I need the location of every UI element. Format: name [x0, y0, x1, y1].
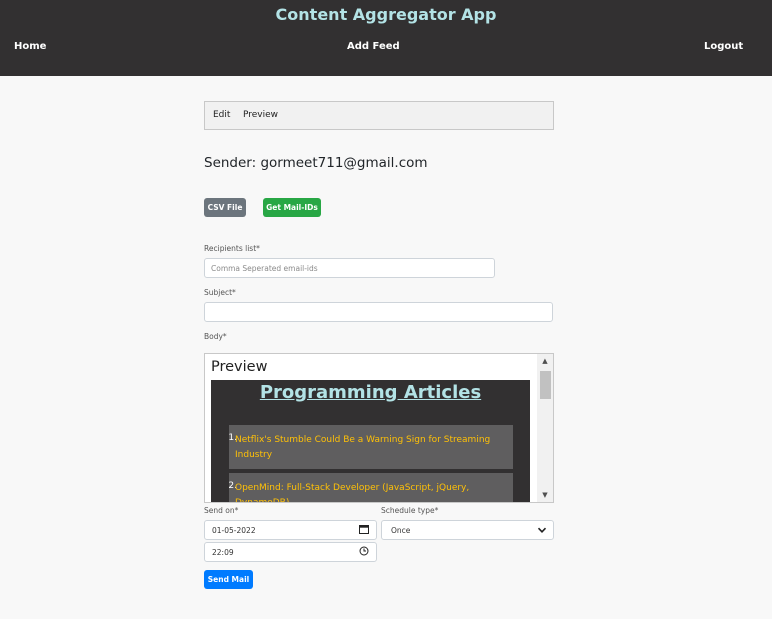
- send-time-input[interactable]: 22:09: [204, 542, 377, 562]
- schedule-type-select[interactable]: Once: [381, 520, 554, 540]
- chevron-down-icon: [537, 527, 547, 533]
- subject-input[interactable]: [204, 302, 553, 322]
- scroll-down-arrow-icon[interactable]: ▼: [537, 488, 553, 502]
- date-value: 01-05-2022: [212, 526, 256, 535]
- schedule-type-value: Once: [391, 526, 411, 535]
- recipients-input[interactable]: [204, 258, 495, 278]
- time-value: 22:09: [212, 548, 234, 557]
- send-mail-button[interactable]: Send Mail: [204, 570, 253, 589]
- tab-preview[interactable]: Preview: [243, 110, 278, 120]
- send-date-input[interactable]: 01-05-2022: [204, 520, 377, 540]
- clock-icon[interactable]: [359, 546, 369, 559]
- preview-heading: Preview: [211, 359, 268, 375]
- csv-file-button[interactable]: CSV File: [204, 198, 246, 217]
- article-link[interactable]: Netflix's Stumble Could Be a Warning Sig…: [235, 433, 505, 463]
- tab-edit[interactable]: Edit: [213, 110, 230, 120]
- calendar-icon[interactable]: [359, 524, 369, 537]
- preview-scrollbar[interactable]: ▲ ▼: [537, 354, 553, 502]
- subject-label: Subject*: [204, 288, 236, 297]
- nav-logout-link[interactable]: Logout: [704, 41, 743, 52]
- scroll-thumb[interactable]: [540, 371, 551, 399]
- articles-title-link[interactable]: Programming Articles: [211, 382, 530, 403]
- newsletter-preview: Programming Articles 1. Netflix's Stumbl…: [211, 380, 530, 502]
- navbar: Content Aggregator App Home Add Feed Log…: [0, 0, 772, 76]
- body-preview-box[interactable]: Preview Programming Articles 1. Netflix'…: [204, 353, 554, 503]
- article-card: 2. OpenMind: Full-Stack Developer (JavaS…: [228, 473, 513, 502]
- app-title: Content Aggregator App: [275, 5, 497, 24]
- get-mail-ids-button[interactable]: Get Mail-IDs: [263, 198, 321, 217]
- sender-label: Sender: gormeet711@gmail.com: [204, 155, 428, 171]
- scroll-up-arrow-icon[interactable]: ▲: [537, 354, 553, 368]
- recipients-label: Recipients list*: [204, 244, 260, 253]
- article-link[interactable]: OpenMind: Full-Stack Developer (JavaScri…: [235, 481, 505, 502]
- schedule-type-label: Schedule type*: [381, 506, 439, 515]
- nav-home-link[interactable]: Home: [14, 41, 46, 52]
- editor-tabs: Edit Preview: [204, 101, 554, 130]
- nav-add-feed-link[interactable]: Add Feed: [347, 41, 400, 52]
- send-on-label: Send on*: [204, 506, 239, 515]
- article-card: 1. Netflix's Stumble Could Be a Warning …: [228, 425, 513, 469]
- body-label: Body*: [204, 332, 227, 341]
